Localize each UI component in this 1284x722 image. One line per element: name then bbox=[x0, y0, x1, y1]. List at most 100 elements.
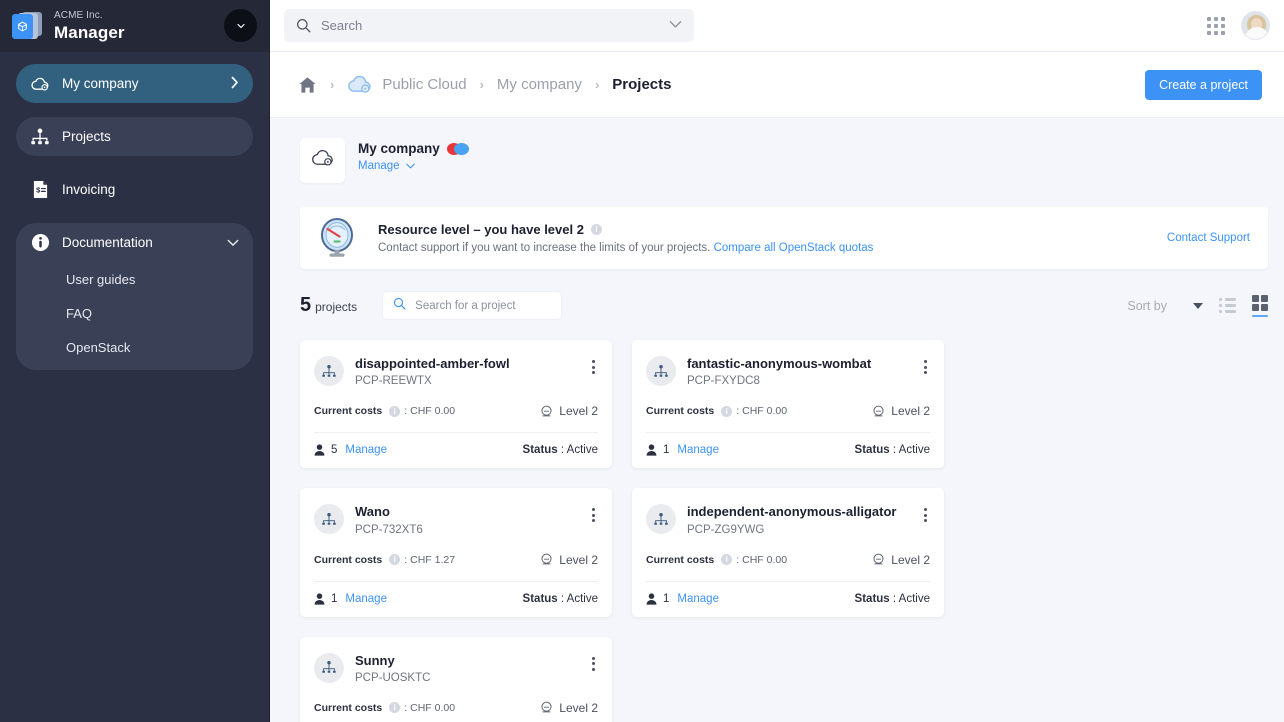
project-menu-icon[interactable] bbox=[589, 356, 598, 378]
project-member-count: 1 bbox=[331, 593, 337, 605]
breadcrumb-separator: › bbox=[480, 77, 484, 92]
project-card[interactable]: Wano PCP-732XT6 Current costs i : CHF 1.… bbox=[300, 488, 612, 616]
project-menu-icon[interactable] bbox=[589, 653, 598, 675]
create-a-project-button[interactable]: Create a project bbox=[1145, 70, 1262, 100]
project-level-label: Level 2 bbox=[559, 701, 598, 715]
sidebar-item-projects[interactable]: Projects bbox=[16, 117, 253, 156]
sidebar-item-invoicing[interactable]: $ Invoicing bbox=[16, 170, 253, 209]
project-menu-icon[interactable] bbox=[921, 356, 930, 378]
level-icon bbox=[540, 405, 553, 418]
page-title: Projects bbox=[612, 76, 671, 93]
project-manage-link[interactable]: Manage bbox=[345, 444, 387, 456]
colon: : bbox=[561, 444, 564, 456]
project-card[interactable]: fantastic-anonymous-wombat PCP-FXYDC8 Cu… bbox=[632, 340, 944, 468]
project-name: fantastic-anonymous-wombat bbox=[687, 356, 921, 372]
sidebar-nav: My company Projects bbox=[0, 52, 269, 722]
project-name: Wano bbox=[355, 504, 589, 520]
project-cost-value: CHF 0.00 bbox=[410, 405, 455, 417]
info-icon[interactable]: i bbox=[389, 702, 400, 713]
list-view-toggle[interactable] bbox=[1219, 298, 1236, 313]
sidebar-item-faq[interactable]: FAQ bbox=[16, 296, 253, 330]
sidebar-subitem-label: OpenStack bbox=[66, 340, 130, 355]
project-icon bbox=[314, 653, 344, 683]
info-icon[interactable]: i bbox=[721, 406, 732, 417]
project-cost-value: CHF 0.00 bbox=[742, 405, 787, 417]
level-icon bbox=[872, 405, 885, 418]
projects-count-word: projects bbox=[315, 300, 357, 314]
current-costs-label: Current costs bbox=[314, 554, 382, 566]
user-icon bbox=[314, 593, 325, 605]
status-label: Status bbox=[523, 593, 558, 605]
colon: : bbox=[404, 702, 407, 714]
project-level: Level 2 bbox=[540, 404, 598, 418]
breadcrumb-item-projects[interactable]: Projects bbox=[612, 76, 671, 93]
sidebar-subitem-label: User guides bbox=[66, 272, 135, 287]
current-costs-label: Current costs bbox=[646, 554, 714, 566]
sort-caret-icon[interactable] bbox=[1193, 303, 1203, 309]
sidebar-item-documentation[interactable]: Documentation bbox=[16, 223, 253, 262]
project-manage-link[interactable]: Manage bbox=[677, 593, 719, 605]
project-manage-link[interactable]: Manage bbox=[677, 444, 719, 456]
project-level-label: Level 2 bbox=[559, 404, 598, 418]
sort-by-select[interactable]: Sort by bbox=[1127, 299, 1167, 313]
cloud-icon bbox=[347, 75, 373, 95]
project-id: PCP-732XT6 bbox=[355, 524, 589, 536]
invoice-icon: $ bbox=[27, 180, 53, 199]
project-search-input[interactable]: Search for a project bbox=[382, 291, 562, 320]
search-icon bbox=[393, 297, 406, 315]
sidebar-item-user-guides[interactable]: User guides bbox=[16, 262, 253, 296]
info-icon[interactable]: i bbox=[389, 406, 400, 417]
level-icon bbox=[540, 701, 553, 714]
breadcrumb-separator: › bbox=[330, 77, 334, 92]
current-costs-label: Current costs bbox=[646, 405, 714, 417]
sitemap-icon bbox=[27, 128, 53, 146]
company-manage-link[interactable]: Manage bbox=[358, 160, 469, 172]
user-icon bbox=[646, 593, 657, 605]
project-card[interactable]: independent-anonymous-alligator PCP-ZG9Y… bbox=[632, 488, 944, 616]
contact-support-link[interactable]: Contact Support bbox=[1167, 232, 1250, 244]
project-current-costs: Current costs i : CHF 0.00 bbox=[314, 405, 540, 417]
sidebar-item-my-company[interactable]: My company bbox=[16, 64, 253, 103]
info-icon[interactable]: i bbox=[389, 554, 400, 565]
info-icon bbox=[27, 233, 53, 252]
project-menu-icon[interactable] bbox=[589, 504, 598, 526]
home-icon[interactable] bbox=[298, 76, 317, 94]
project-name: independent-anonymous-alligator bbox=[687, 504, 921, 520]
gauge-icon bbox=[316, 217, 358, 259]
project-current-costs: Current costs i : CHF 1.27 bbox=[314, 554, 540, 566]
avatar[interactable] bbox=[1241, 11, 1270, 40]
chevron-down-icon[interactable] bbox=[669, 20, 682, 32]
project-current-costs: Current costs i : CHF 0.00 bbox=[646, 554, 872, 566]
grid-view-toggle[interactable] bbox=[1252, 295, 1268, 317]
project-card[interactable]: Sunny PCP-UOSKTC Current costs i : CHF 0… bbox=[300, 637, 612, 722]
level-icon bbox=[540, 553, 553, 566]
sidebar-item-openstack[interactable]: OpenStack bbox=[16, 330, 253, 364]
project-icon bbox=[314, 504, 344, 534]
chevron-down-icon bbox=[406, 161, 415, 171]
apps-grid-icon[interactable] bbox=[1207, 17, 1225, 35]
project-current-costs: Current costs i : CHF 0.00 bbox=[646, 405, 872, 417]
project-card[interactable]: disappointed-amber-fowl PCP-REEWTX Curre… bbox=[300, 340, 612, 468]
colon: : bbox=[736, 554, 739, 566]
main-area: Search › bbox=[270, 0, 1284, 722]
compare-quotas-link[interactable]: Compare all OpenStack quotas bbox=[714, 242, 874, 254]
info-icon[interactable]: i bbox=[721, 554, 732, 565]
project-level: Level 2 bbox=[872, 553, 930, 567]
info-icon[interactable]: i bbox=[591, 224, 602, 235]
cloud-icon bbox=[311, 149, 335, 173]
user-icon bbox=[646, 444, 657, 456]
sidebar-item-label: Documentation bbox=[62, 235, 227, 250]
colon: : bbox=[404, 405, 407, 417]
project-manage-link[interactable]: Manage bbox=[345, 593, 387, 605]
project-member-count: 1 bbox=[663, 593, 669, 605]
project-members: 1 Manage bbox=[646, 593, 855, 605]
breadcrumb-item-my-company[interactable]: My company bbox=[497, 76, 582, 93]
colon: : bbox=[736, 405, 739, 417]
project-menu-icon[interactable] bbox=[921, 504, 930, 526]
resource-level-title: Resource level – you have level 2 bbox=[378, 222, 584, 237]
brand-dropdown-button[interactable] bbox=[224, 9, 257, 42]
global-search[interactable]: Search bbox=[284, 9, 694, 42]
breadcrumb-item-public-cloud[interactable]: Public Cloud bbox=[347, 75, 466, 95]
resource-level-subtitle: Contact support if you want to increase … bbox=[378, 242, 710, 254]
status-badge: Active bbox=[899, 444, 930, 456]
